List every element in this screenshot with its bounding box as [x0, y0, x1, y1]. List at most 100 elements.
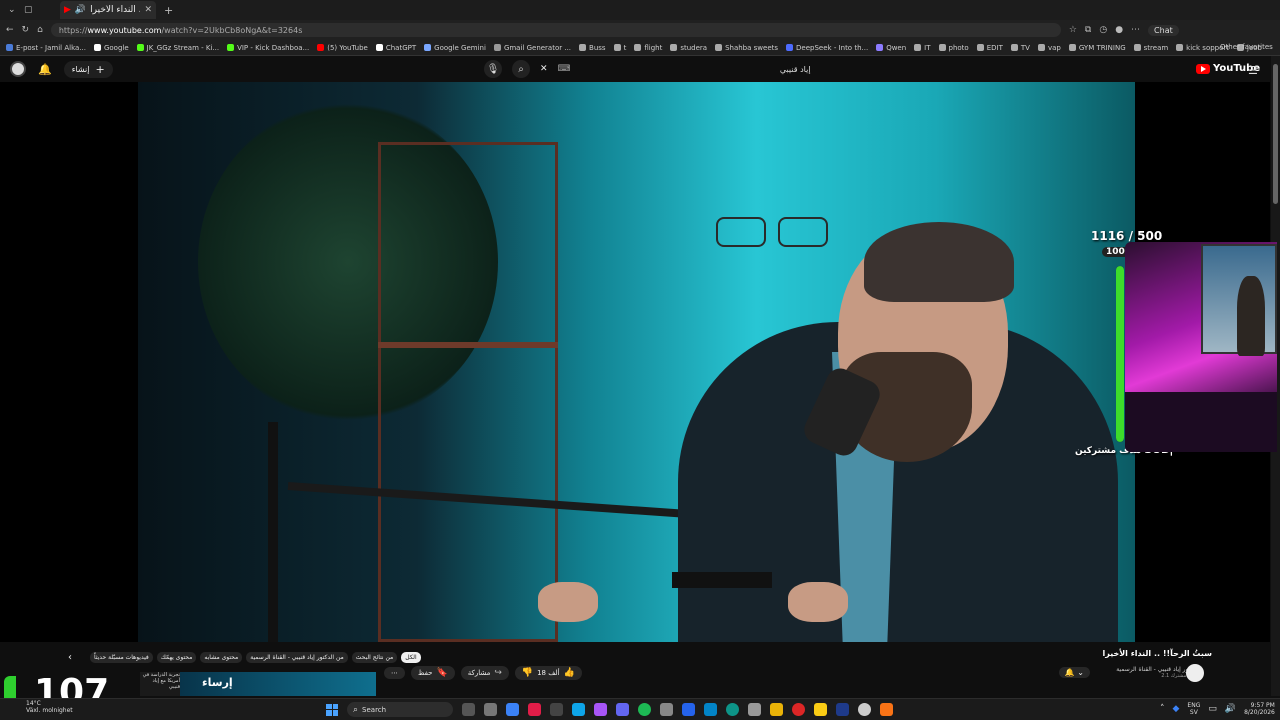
- share-button[interactable]: مشاركة ↪: [460, 666, 509, 680]
- bookmark-item[interactable]: (5) YouTube: [317, 44, 368, 52]
- recommended-video-title: تجربة الدراسة في أمريكا مع إياد قنيبي: [140, 672, 180, 690]
- windows-start-icon[interactable]: [326, 703, 338, 716]
- refresh-icon[interactable]: ↻: [22, 25, 30, 35]
- bookmark-item[interactable]: vap: [1037, 44, 1061, 52]
- workspaces-icon[interactable]: ▢: [24, 5, 33, 15]
- browser-menu-icon[interactable]: ⌄: [8, 5, 16, 15]
- account-avatar[interactable]: [10, 61, 26, 77]
- recommended-video[interactable]: تجربة الدراسة في أمريكا مع إياد قنيبي إر…: [140, 672, 376, 696]
- app-icon-4[interactable]: [550, 703, 563, 716]
- spotify-icon[interactable]: [638, 703, 651, 716]
- app-icon-11[interactable]: [748, 703, 761, 716]
- file-explorer-icon[interactable]: [814, 703, 827, 716]
- bookmark-item[interactable]: VIP - Kick Dashboa...: [227, 44, 309, 52]
- search-icon[interactable]: ⌕: [512, 60, 530, 78]
- bookmark-item[interactable]: flight: [634, 44, 662, 52]
- steam-icon[interactable]: [836, 703, 849, 716]
- bookmark-item[interactable]: DeepSeek - Into th...: [786, 44, 868, 52]
- subscription-bell-button[interactable]: 🔔 ⌄: [1058, 667, 1090, 678]
- bookmark-item[interactable]: Buss: [579, 44, 606, 52]
- app-icon-13[interactable]: [858, 703, 871, 716]
- filter-chip[interactable]: الكل: [401, 652, 421, 663]
- more-actions-button[interactable]: ⋯: [384, 667, 405, 679]
- filter-chip[interactable]: من نتائج البحث: [351, 652, 398, 663]
- app-icon-3[interactable]: [528, 703, 541, 716]
- app-icon-8[interactable]: [660, 703, 673, 716]
- bookmark-item[interactable]: Gmail Generator ...: [493, 44, 571, 52]
- bookmark-item[interactable]: t: [613, 44, 626, 52]
- new-tab-icon[interactable]: +: [164, 4, 173, 17]
- audio-playing-icon[interactable]: 🔊: [75, 5, 86, 15]
- bookmark-item[interactable]: E-post - Jamil Alka...: [6, 44, 86, 52]
- bookmark-item[interactable]: GYM TRINING: [1068, 43, 1126, 52]
- brave-icon[interactable]: [880, 703, 893, 716]
- more-options-icon[interactable]: ⋯: [1131, 25, 1140, 35]
- bookmark-item[interactable]: studera: [670, 44, 707, 52]
- extensions-icon[interactable]: ⧉: [1085, 25, 1091, 35]
- notifications-bell-icon[interactable]: 🔔: [38, 63, 52, 76]
- scrollbar-thumb[interactable]: [1273, 64, 1278, 204]
- profile-avatar-icon[interactable]: ●: [1115, 25, 1123, 35]
- like-icon[interactable]: 👍: [564, 668, 575, 678]
- filter-chip[interactable]: من الدكتور إياد قنيبي - القناة الرسمية: [246, 652, 348, 663]
- dislike-icon[interactable]: 👎: [522, 668, 533, 678]
- video-frame[interactable]: [138, 82, 1135, 642]
- taskbar-apps: ⌕ Search: [326, 702, 893, 717]
- task-view-icon[interactable]: [462, 703, 475, 716]
- weather-widget[interactable]: 14°C Växl. molnighet: [26, 700, 73, 714]
- close-tab-icon[interactable]: ✕: [144, 5, 152, 15]
- language-indicator[interactable]: ENG SV: [1187, 702, 1200, 716]
- search-input[interactable]: إياد قنيبي: [581, 60, 831, 78]
- system-tray: ˄ ◆ ENG SV ▭ 🔊 9:57 PM 8/20/2026: [1160, 702, 1275, 716]
- app-icon-5[interactable]: [572, 703, 585, 716]
- clear-search-icon[interactable]: ✕: [540, 64, 548, 74]
- home-icon[interactable]: ⌂: [37, 25, 43, 35]
- app-icon-9[interactable]: [682, 703, 695, 716]
- bookmark-item[interactable]: EDIT: [976, 44, 1003, 52]
- edge-icon[interactable]: [726, 703, 739, 716]
- network-icon[interactable]: ▭: [1208, 704, 1217, 714]
- tray-app-icon[interactable]: ◆: [1173, 704, 1180, 714]
- save-button[interactable]: حفظ 🔖: [411, 666, 455, 680]
- bookmark-item[interactable]: JK_GGz Stream - Ki...: [136, 44, 219, 52]
- voice-search-icon[interactable]: 🎙: [484, 60, 502, 78]
- other-favorites[interactable]: Other favorites: [1220, 43, 1273, 51]
- app-icon-10[interactable]: [704, 703, 717, 716]
- keyboard-icon[interactable]: ⌨: [558, 64, 571, 74]
- bookmark-item[interactable]: ChatGPT: [375, 44, 416, 52]
- bookmark-item[interactable]: Shahba sweets: [715, 44, 778, 52]
- url-field[interactable]: https://www.youtube.com/watch?v=2UkbCb8o…: [50, 23, 1061, 37]
- filter-chip[interactable]: محتوى مشابه: [200, 652, 243, 663]
- app-icon-7[interactable]: [616, 703, 629, 716]
- taskbar-search[interactable]: ⌕ Search: [347, 702, 453, 717]
- tray-chevron-icon[interactable]: ˄: [1160, 704, 1165, 714]
- copilot-chat-button[interactable]: Chat: [1148, 24, 1179, 36]
- active-tab[interactable]: ▶ 🔊 سبتُ الرحآ!! .. النداء الأخيرا - You…: [60, 1, 156, 19]
- filter-chip[interactable]: محتوى يهمّك: [156, 652, 197, 663]
- channel-avatar[interactable]: [1186, 664, 1204, 682]
- app-icon-2[interactable]: [506, 703, 519, 716]
- clock[interactable]: 9:57 PM 8/20/2026: [1244, 702, 1275, 716]
- chips-scroll-left-icon[interactable]: ‹: [68, 652, 72, 663]
- chrome-icon[interactable]: [792, 703, 805, 716]
- back-icon[interactable]: ←: [6, 25, 14, 35]
- app-icon-6[interactable]: [594, 703, 607, 716]
- bookmark-item[interactable]: Qwen: [876, 44, 906, 52]
- filter-chip[interactable]: فيديوهات مسبّلة حديثاً: [90, 652, 153, 663]
- bookmark-item[interactable]: TV: [1010, 44, 1030, 52]
- video-player[interactable]: [0, 82, 1270, 642]
- history-icon[interactable]: ◷: [1099, 25, 1107, 35]
- bookmark-item[interactable]: IT: [914, 44, 931, 52]
- bookmark-item[interactable]: photo: [938, 44, 969, 52]
- bookmark-item[interactable]: Google: [93, 44, 129, 52]
- bookmark-item[interactable]: stream: [1133, 44, 1168, 52]
- volume-icon[interactable]: 🔊: [1225, 704, 1236, 714]
- app-icon-12[interactable]: [770, 703, 783, 716]
- favorite-star-icon[interactable]: ☆: [1069, 25, 1077, 35]
- app-icon-1[interactable]: [484, 703, 497, 716]
- like-dislike-group: 👎 18 ألف 👍: [514, 666, 582, 680]
- hamburger-menu-icon[interactable]: ☰: [1248, 64, 1258, 77]
- create-button[interactable]: إنشاء +: [63, 60, 113, 78]
- bookmark-label: GYM TRINING: [1078, 43, 1126, 52]
- bookmark-item[interactable]: Google Gemini: [424, 44, 486, 52]
